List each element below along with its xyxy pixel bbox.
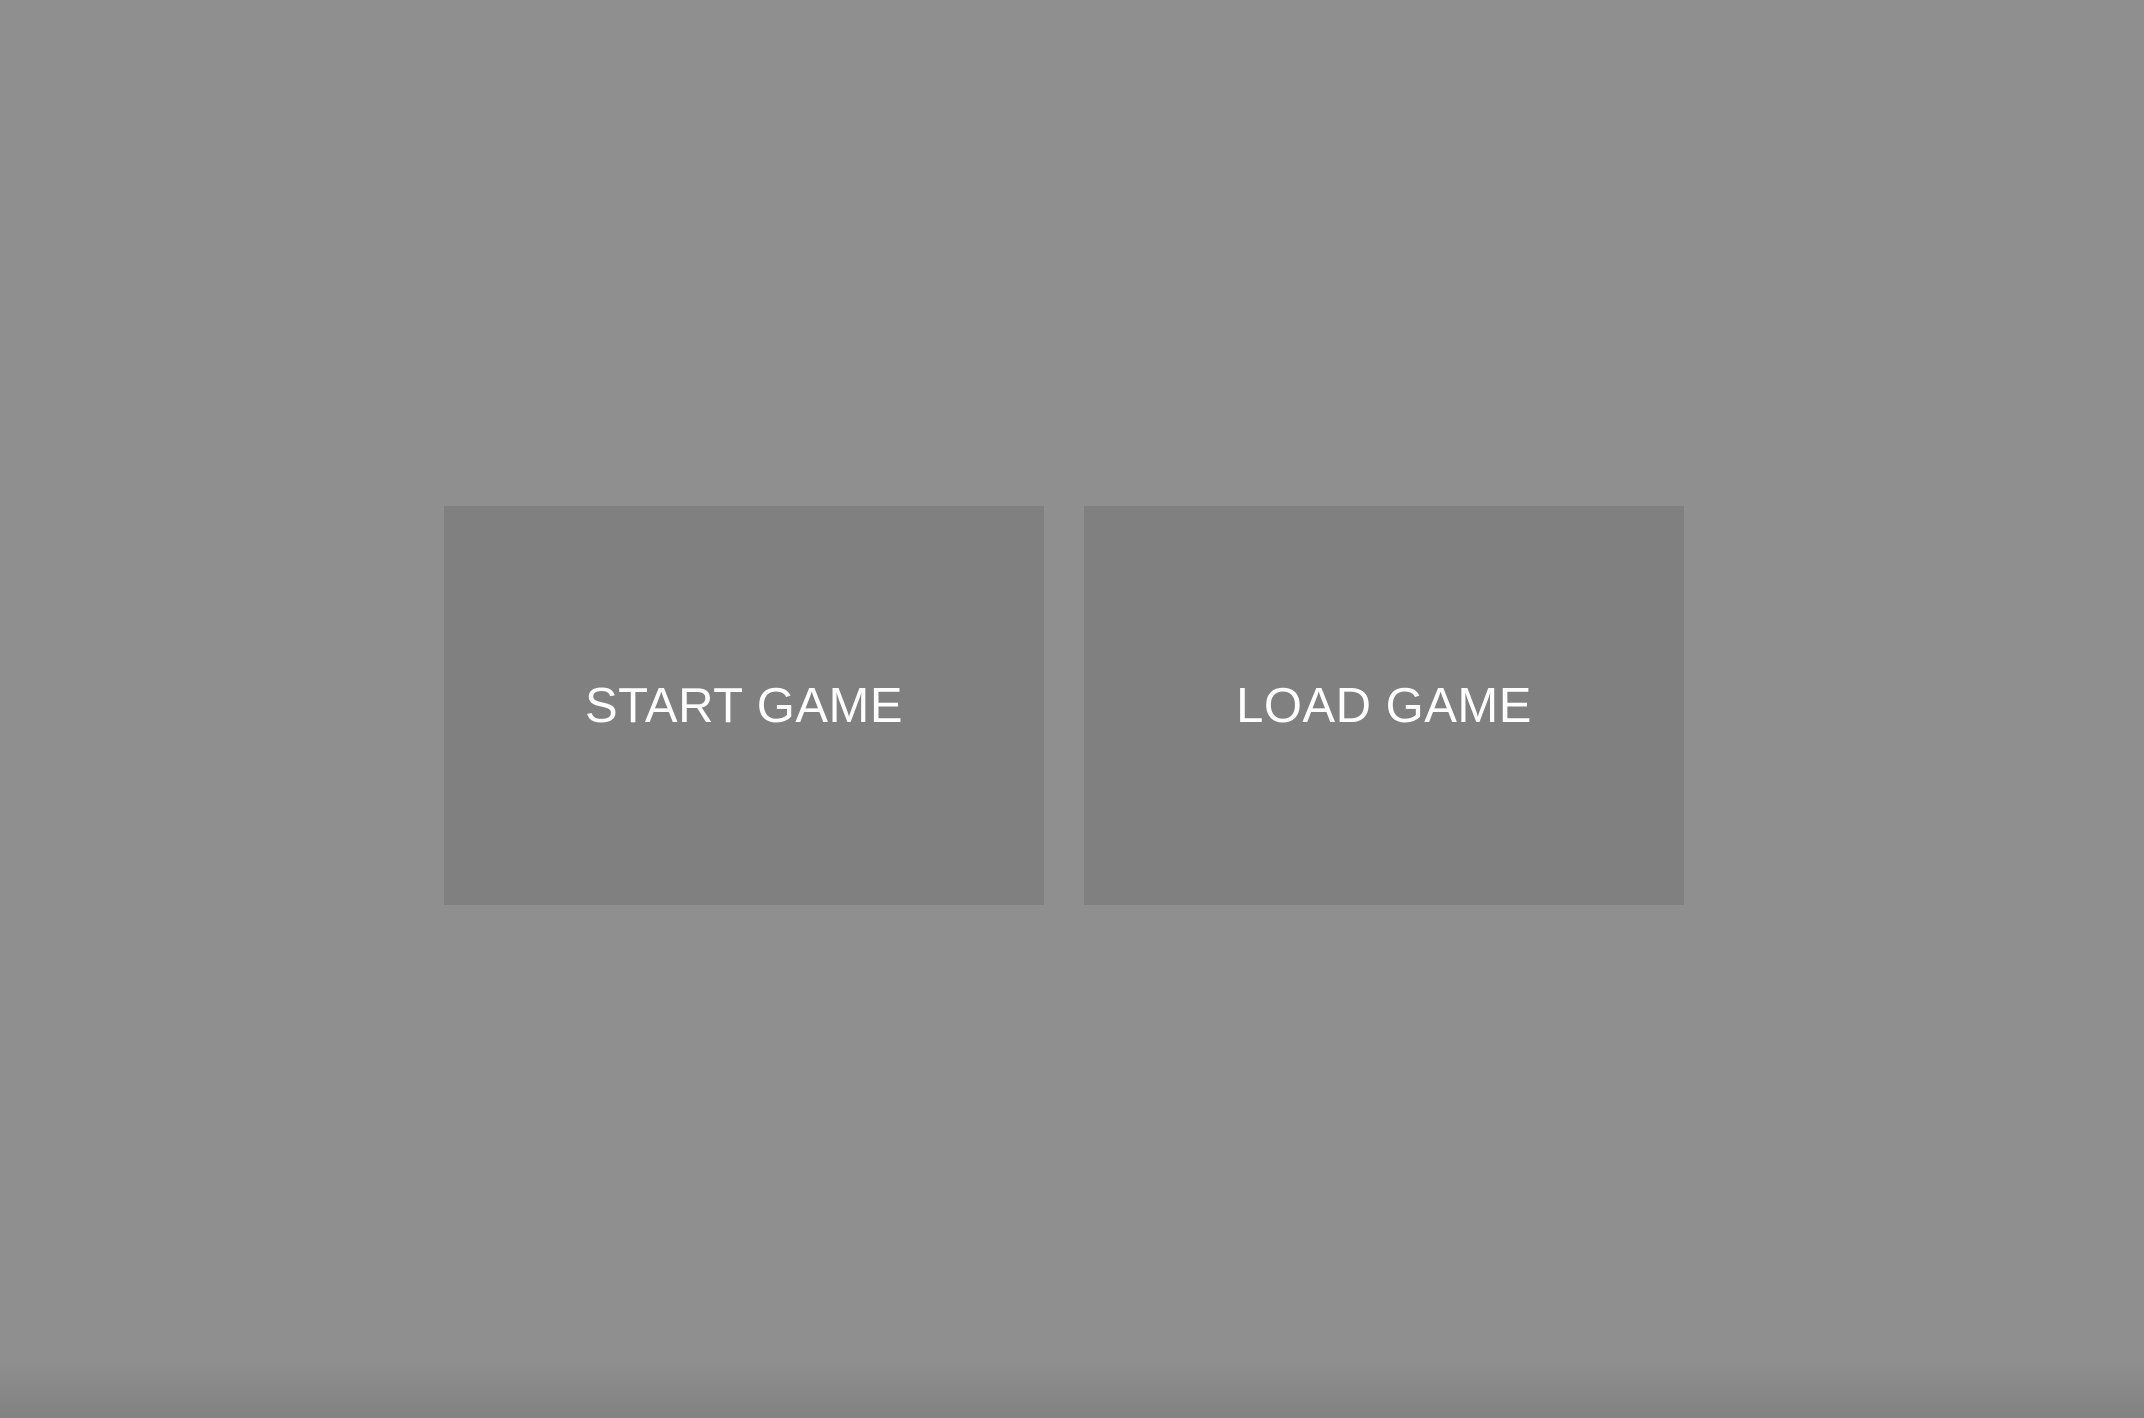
start-game-label: START GAME — [584, 678, 904, 733]
bottom-shade — [0, 1360, 2144, 1418]
start-game-button[interactable]: START GAME — [444, 506, 1044, 905]
load-game-button[interactable]: LOAD GAME — [1084, 506, 1684, 905]
load-game-label: LOAD GAME — [1236, 678, 1532, 733]
